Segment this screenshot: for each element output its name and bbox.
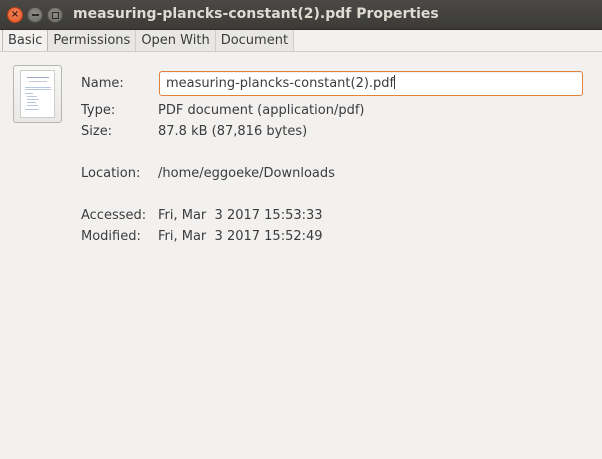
accessed-label: Accessed: <box>81 208 147 223</box>
tab-divider <box>0 51 602 52</box>
minimize-window-button[interactable] <box>27 7 43 23</box>
type-value: PDF document (application/pdf) <box>158 103 365 118</box>
close-window-button[interactable]: × <box>7 7 23 23</box>
tab-document[interactable]: Document <box>215 30 295 52</box>
tab-open-with[interactable]: Open With <box>136 30 216 52</box>
page-preview <box>20 70 55 118</box>
size-value: 87.8 kB (87,816 bytes) <box>158 124 308 139</box>
tab-bar: Basic Permissions Open With Document <box>2 30 295 52</box>
name-field[interactable]: measuring-plancks-constant(2).pdf <box>159 71 583 96</box>
size-label: Size: <box>81 124 113 139</box>
location-label: Location: <box>81 166 141 181</box>
location-value: /home/eggoeke/Downloads <box>158 166 335 181</box>
pdf-file-thumbnail-icon[interactable] <box>13 65 62 123</box>
window-title: measuring-plancks-constant(2).pdf Proper… <box>73 6 439 22</box>
tab-permissions[interactable]: Permissions <box>48 30 137 52</box>
minimize-icon <box>31 14 39 16</box>
title-bar: × measuring-plancks-constant(2).pdf Prop… <box>0 0 602 30</box>
modified-label: Modified: <box>81 229 141 244</box>
modified-value: Fri, Mar 3 2017 15:52:49 <box>158 229 323 244</box>
name-label: Name: <box>81 76 124 91</box>
accessed-value: Fri, Mar 3 2017 15:53:33 <box>158 208 323 223</box>
tab-basic[interactable]: Basic <box>2 30 49 52</box>
text-caret <box>394 75 396 89</box>
name-field-value: measuring-plancks-constant(2).pdf <box>166 76 395 91</box>
maximize-window-button[interactable] <box>47 7 63 23</box>
type-label: Type: <box>81 103 116 118</box>
maximize-icon <box>51 11 59 19</box>
